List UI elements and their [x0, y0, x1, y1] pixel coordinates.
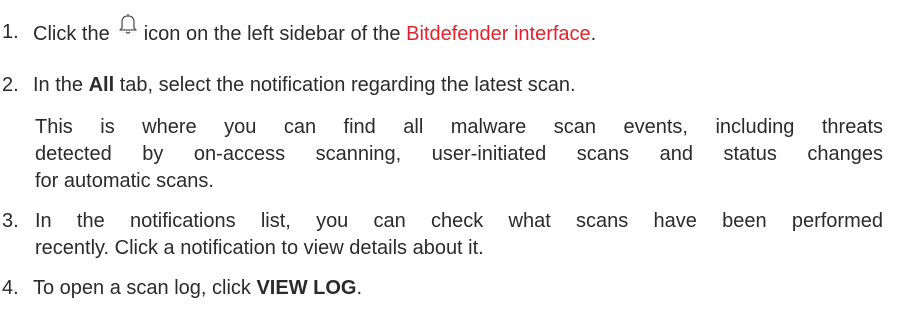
- step-2-text-after-bold: tab, select the notification regarding t…: [119, 74, 576, 96]
- step-2-text-before-bold: In the: [33, 74, 84, 96]
- step-number: 1.: [2, 21, 19, 43]
- note-line: for automatic scans.: [35, 170, 214, 192]
- step-3-line: recently. Click a notification to view d…: [35, 237, 484, 259]
- bell-icon: [118, 13, 138, 35]
- step-text: To open a scan log, click VIEW LOG.: [33, 275, 883, 302]
- step-3-text: In the notifications list, you can check…: [35, 208, 883, 262]
- instruction-steps: 1. Click the icon on the left sidebar of …: [0, 0, 910, 321]
- step-text: Click the icon on the left sidebar of the…: [33, 14, 883, 48]
- step-number: 3.: [2, 210, 19, 232]
- view-log-label: VIEW LOG: [256, 277, 357, 299]
- step-4-text-end: .: [356, 277, 363, 299]
- note-line: This is where you can find all malware s…: [35, 116, 883, 138]
- step-1-text-after-icon: icon on the left sidebar of the: [143, 23, 401, 45]
- step-1-text-end: .: [590, 23, 597, 45]
- step-3-line: In the notifications list, you can check…: [35, 210, 883, 232]
- step-number: 4.: [2, 277, 19, 299]
- step-number: 2.: [2, 74, 19, 96]
- note-line: detected by on-access scanning, user-ini…: [35, 143, 883, 165]
- bitdefender-interface-link[interactable]: Bitdefender interface: [406, 23, 591, 45]
- step-4-text-before-bold: To open a scan log, click: [33, 277, 251, 299]
- step-2-note: This is where you can find all malware s…: [35, 114, 883, 195]
- all-tab-label: All: [88, 74, 115, 96]
- step-text: In the All tab, select the notification …: [33, 72, 883, 99]
- step-1-text-before-icon: Click the: [33, 23, 110, 45]
